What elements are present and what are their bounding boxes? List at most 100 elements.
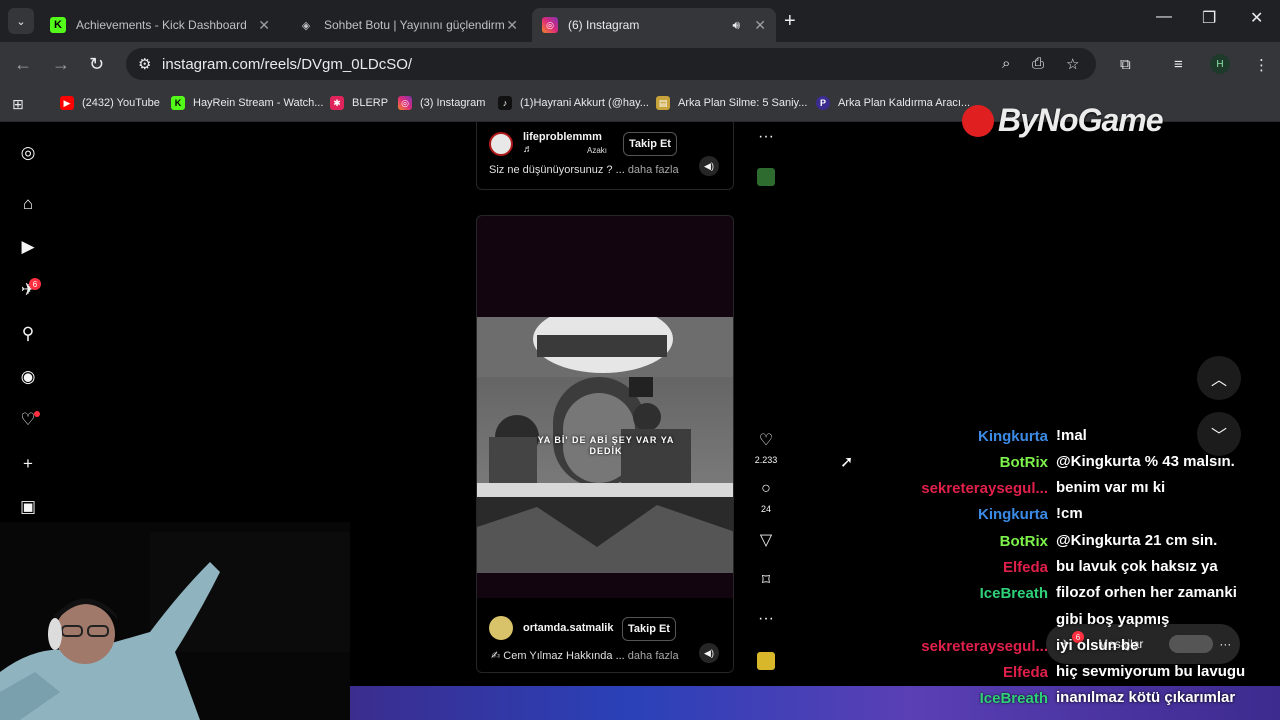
- create-icon[interactable]: +: [18, 454, 38, 474]
- bookmark-label: (1)Hayrani Akkurt (@hay...: [520, 97, 649, 109]
- bookmark-instagram[interactable]: ◎ (3) Instagram: [398, 96, 485, 110]
- chat-text: inanılmaz kötü çıkarımlar: [1056, 689, 1236, 706]
- speaker-icon[interactable]: 🔊︎: [732, 18, 740, 33]
- url-text[interactable]: instagram.com/reels/DVgm_0LDcSO/: [162, 56, 412, 73]
- browser-toolbar: ← → ↻ ⚙ instagram.com/reels/DVgm_0LDcSO/…: [0, 42, 1280, 86]
- mouse-cursor-icon: ➚: [840, 454, 854, 471]
- back-icon[interactable]: ←: [14, 54, 32, 75]
- avatar[interactable]: [489, 132, 513, 156]
- apps-grid-icon[interactable]: ⊞: [12, 96, 24, 113]
- site-info-icon[interactable]: ⚙: [138, 55, 151, 73]
- tab-kick-dashboard[interactable]: K Achievements - Kick Dashboard ✕: [40, 8, 280, 42]
- bookmark-label: (3) Instagram: [420, 97, 486, 109]
- chat-text: hiç sevmiyorum bu lavugu: [1056, 663, 1246, 680]
- chat-username: Elfeda: [1002, 559, 1048, 576]
- more-link[interactable]: daha fazla: [628, 650, 679, 662]
- reel-caption[interactable]: ✍ Cem Yılmaz Hakkında ... daha fazla: [491, 649, 679, 662]
- bookmark-youtube[interactable]: ▶ (2432) YouTube: [60, 96, 160, 110]
- webcam-overlay: [0, 522, 350, 720]
- music-icon: ♬: [523, 144, 533, 155]
- volume-icon[interactable]: ◀): [699, 643, 719, 663]
- bookmark-blerp[interactable]: ✱ BLERP: [330, 96, 388, 110]
- reels-icon[interactable]: ▶: [18, 237, 38, 257]
- maximize-button[interactable]: ❐: [1202, 8, 1216, 28]
- video-frame: [477, 317, 733, 573]
- chat-username: BotRix: [999, 533, 1048, 550]
- video-subtitle: YA Bİ' DE ABİ ŞEY VAR YA: [537, 435, 675, 445]
- follow-button[interactable]: Takip Et: [623, 132, 677, 156]
- zoom-icon[interactable]: ⌕: [1002, 55, 1010, 72]
- more-options-icon[interactable]: ···: [756, 128, 776, 146]
- previous-reel-button[interactable]: ︿: [1197, 356, 1241, 400]
- bookmark-hayrein-stream[interactable]: K HayRein Stream - Watch...: [171, 96, 323, 110]
- chat-username: Kingkurta: [977, 506, 1048, 523]
- comment-icon[interactable]: ○: [756, 480, 776, 498]
- audio-thumbnail[interactable]: [757, 168, 775, 186]
- caption-text: Siz ne düşünüyorsunuz ? ...: [489, 164, 625, 176]
- reload-icon[interactable]: ↻: [89, 54, 104, 75]
- more-link[interactable]: daha fazla: [628, 164, 679, 176]
- instagram-icon: ◎: [398, 96, 412, 110]
- install-app-icon[interactable]: ⎙: [1032, 55, 1044, 72]
- home-icon[interactable]: ⌂: [18, 194, 38, 214]
- reel-username[interactable]: lifeproblemmm: [523, 131, 602, 143]
- minimize-button[interactable]: —: [1156, 8, 1172, 26]
- tab-instagram[interactable]: ◎ (6) Instagram 🔊︎ ✕: [532, 8, 776, 42]
- reel-caption[interactable]: Siz ne düşünüyorsunuz ? ... daha fazla: [489, 164, 679, 176]
- more-options-icon[interactable]: ···: [756, 610, 776, 628]
- chat-text: bu lavuk çok haksız ya: [1056, 558, 1218, 575]
- follow-button[interactable]: Takip Et: [622, 617, 676, 641]
- explore-icon[interactable]: ◉: [18, 367, 38, 387]
- window-close-button[interactable]: ✕: [1250, 8, 1263, 28]
- audio-thumbnail[interactable]: [757, 652, 775, 670]
- caption-text: Cem Yılmaz Hakkında ...: [503, 650, 625, 662]
- close-icon[interactable]: ✕: [506, 17, 518, 34]
- new-tab-button[interactable]: +: [784, 10, 796, 33]
- removebg-icon: P: [816, 96, 830, 110]
- tab-sohbet-botu[interactable]: ◈ Sohbet Botu | Yayınını güçlendirmek i …: [288, 8, 528, 42]
- address-bar[interactable]: ⚙ instagram.com/reels/DVgm_0LDcSO/ ⌕ ⎙ ☆: [126, 48, 1096, 80]
- save-bookmark-icon[interactable]: ⌑: [756, 570, 776, 590]
- bookmark-star-icon[interactable]: ☆: [1066, 55, 1079, 73]
- avatar[interactable]: [489, 616, 513, 640]
- audio-name[interactable]: Azakı: [587, 146, 607, 155]
- kick-icon: K: [171, 96, 185, 110]
- reel-username[interactable]: ortamda.satmalik: [523, 622, 613, 634]
- share-icon[interactable]: ▽: [756, 530, 776, 550]
- bookmark-arka-plan-kaldirma[interactable]: P Arka Plan Kaldırma Aracı...: [816, 96, 970, 110]
- chat-username: IceBreath: [979, 585, 1048, 602]
- tab-title: Sohbet Botu | Yayınını güçlendirmek i: [324, 18, 504, 32]
- search-icon[interactable]: ⚲: [18, 324, 38, 344]
- close-icon[interactable]: ✕: [258, 17, 270, 34]
- instagram-logo-icon[interactable]: ◎: [18, 143, 38, 163]
- bookmark-tiktok[interactable]: ♪ (1)Hayrani Akkurt (@hay...: [498, 96, 649, 110]
- chat-username: IceBreath: [979, 690, 1048, 707]
- tab-search-button[interactable]: ⌄: [8, 8, 34, 34]
- chat-username: Kingkurta: [977, 428, 1048, 445]
- bookmark-arka-plan-silme[interactable]: ▤ Arka Plan Silme: 5 Saniy...: [656, 96, 807, 110]
- brand-text: ByNoGame: [998, 102, 1163, 138]
- chat-text: iyi olsun be: [1056, 637, 1139, 654]
- bot-icon: ◈: [301, 19, 311, 32]
- menu-kebab-icon[interactable]: ⋮: [1254, 56, 1269, 74]
- volume-icon[interactable]: ◀): [699, 156, 719, 176]
- bookmark-label: BLERP: [352, 97, 389, 109]
- extensions-icon[interactable]: ⧉: [1120, 56, 1131, 73]
- chat-username: BotRix: [999, 454, 1048, 471]
- media-control-icon[interactable]: ≡: [1174, 56, 1183, 73]
- close-icon[interactable]: ✕: [754, 17, 766, 34]
- dashboard-icon[interactable]: ▣: [18, 497, 38, 517]
- image-tool-icon: ▤: [656, 96, 670, 110]
- bookmark-label: Arka Plan Kaldırma Aracı...: [838, 97, 971, 109]
- video-subtitle: DEDİK: [589, 446, 623, 456]
- emoji-icon: ✍: [491, 650, 501, 662]
- bynogame-logo: ByNoGame: [962, 102, 1163, 139]
- profile-avatar[interactable]: H: [1210, 54, 1230, 74]
- chat-text: !cm: [1056, 505, 1083, 522]
- reel-video[interactable]: YA Bİ' DE ABİ ŞEY VAR YA DEDİK: [477, 317, 733, 573]
- comment-count: 24: [760, 504, 771, 514]
- bookmark-label: HayRein Stream - Watch...: [193, 97, 324, 109]
- chat-text: benim var mı ki: [1056, 479, 1166, 496]
- forward-icon[interactable]: →: [52, 54, 70, 75]
- like-heart-icon[interactable]: ♡: [756, 430, 776, 450]
